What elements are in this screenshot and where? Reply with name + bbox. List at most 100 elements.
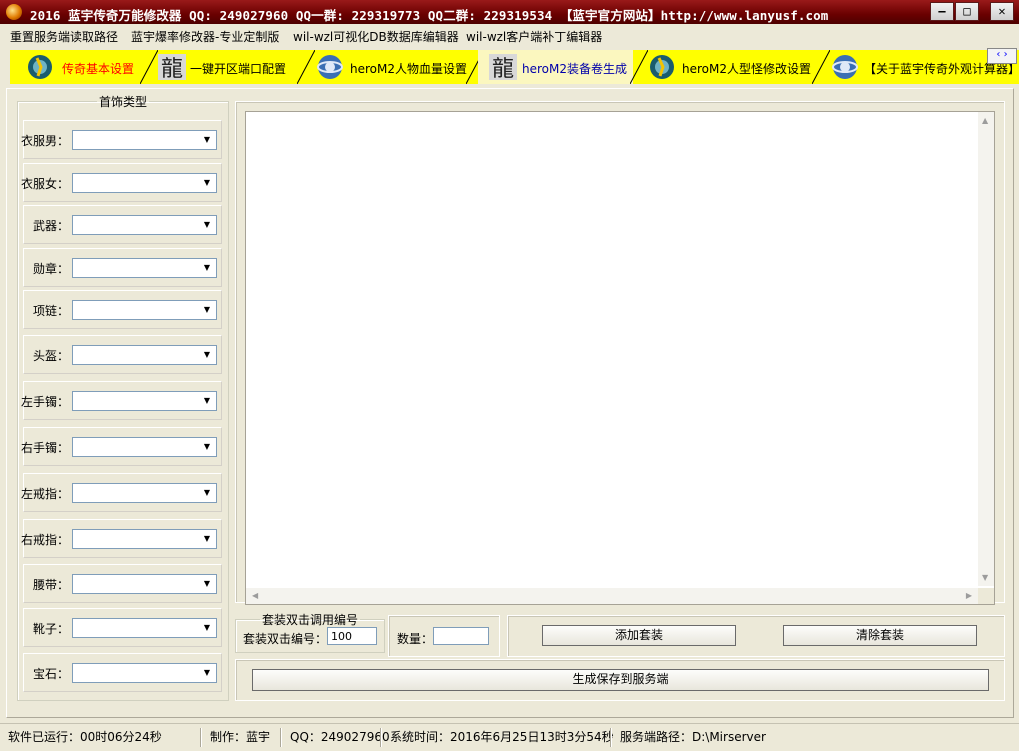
chevron-down-icon[interactable]: ▼ [200, 440, 214, 454]
chevron-down-icon[interactable]: ▼ [200, 133, 214, 147]
left-ring-select[interactable]: ▼ [72, 483, 217, 503]
accessory-row-boots: 靴子： ▼ [23, 608, 222, 647]
accessory-label: 左戒指： [20, 487, 69, 501]
globe-icon [832, 55, 858, 79]
chevron-down-icon[interactable]: ▼ [200, 666, 214, 680]
svg-text:龍: 龍 [492, 57, 514, 81]
output-memo[interactable]: ▲ ▼ ◀ ▶ [245, 111, 995, 605]
weapon-select[interactable]: ▼ [72, 215, 217, 235]
tab-equipment-scroll[interactable]: 龍 heroM2装备卷生成 [478, 50, 638, 84]
accessory-label: 宝石： [32, 667, 69, 681]
set-id-label: 套装双击编号： [243, 632, 328, 646]
gem-select[interactable]: ▼ [72, 663, 217, 683]
title-bar[interactable]: 2016 蓝宇传奇万能修改器 QQ: 249027960 QQ一群: 22931… [0, 0, 1019, 24]
clothes-male-select[interactable]: ▼ [72, 130, 217, 150]
dragon-icon: 龍 [489, 54, 517, 81]
status-bar: 软件已运行：00时06分24秒 制作：蓝宇 QQ：249027960 系统时间：… [0, 723, 1019, 751]
status-divider [280, 728, 281, 747]
tab-humanoid-monster[interactable]: heroM2人型怪修改设置 [642, 50, 822, 84]
accessory-label: 靴子： [32, 622, 69, 636]
add-set-button[interactable]: 添加套装 [542, 625, 736, 646]
accessory-row-weapon: 武器： ▼ [23, 205, 222, 244]
tab-port-config[interactable]: 龍 一键开区端口配置 [152, 50, 302, 84]
tab-strip: 传奇基本设置 龍 一键开区端口配置 heroM2人物血量设置 龍 heroM2装… [0, 46, 1019, 88]
status-divider [380, 728, 381, 747]
memo-horizontal-scrollbar[interactable]: ◀ ▶ [246, 588, 978, 604]
chevron-down-icon[interactable]: ▼ [200, 218, 214, 232]
chevron-down-icon[interactable]: ▼ [200, 176, 214, 190]
accessory-row-right-bracelet: 右手镯： ▼ [20, 427, 222, 466]
tab-content-panel: 首饰类型 衣服男： ▼ 衣服女： ▼ 武器： ▼ 勋章： ▼ 项链： ▼ 头盔：… [6, 88, 1014, 718]
quantity-input[interactable] [433, 627, 489, 645]
menu-item-patch-editor[interactable]: wil-wzl客户端补丁编辑器 [466, 28, 602, 45]
tab-label: 传奇基本设置 [62, 62, 135, 76]
memo-vertical-scrollbar[interactable]: ▲ ▼ [978, 112, 994, 586]
accessory-group-title: 首饰类型 [98, 95, 147, 109]
menu-item-db-editor[interactable]: wil-wzl可视化DB数据库编辑器 [293, 28, 459, 45]
necklace-select[interactable]: ▼ [72, 300, 217, 320]
window-title: 2016 蓝宇传奇万能修改器 QQ: 249027960 QQ一群: 22931… [30, 8, 829, 23]
accessory-row-clothes-male: 衣服男： ▼ [20, 120, 222, 159]
scroll-right-icon[interactable]: ▶ [966, 591, 972, 600]
belt-select[interactable]: ▼ [72, 574, 217, 594]
dragon-icon: 龍 [158, 54, 186, 81]
scroll-left-icon[interactable]: ◀ [252, 591, 258, 600]
clear-set-button[interactable]: 清除套装 [783, 625, 977, 646]
chevron-down-icon[interactable]: ▼ [200, 394, 214, 408]
accessory-row-medal: 勋章： ▼ [23, 248, 222, 287]
generate-save-button[interactable]: 生成保存到服务端 [252, 669, 989, 691]
tab-scroll-arrows[interactable]: ‹ › [987, 48, 1017, 64]
chevron-down-icon[interactable]: ▼ [200, 486, 214, 500]
boots-select[interactable]: ▼ [72, 618, 217, 638]
tab-label: heroM2人型怪修改设置 [682, 62, 811, 76]
status-divider [610, 728, 611, 747]
right-ring-select[interactable]: ▼ [72, 529, 217, 549]
accessory-label: 衣服女： [20, 177, 69, 191]
chevron-down-icon[interactable]: ▼ [200, 261, 214, 275]
maximize-button[interactable]: □ [955, 2, 979, 21]
accessory-row-necklace: 项链： ▼ [23, 290, 222, 329]
globe-icon [317, 55, 343, 79]
chevron-down-icon[interactable]: ▼ [200, 532, 214, 546]
menu-bar: 重置服务端读取路径 蓝宇爆率修改器-专业定制版 wil-wzl可视化DB数据库编… [0, 24, 1019, 46]
gear-icon [28, 55, 52, 79]
status-divider [200, 728, 201, 747]
clothes-female-select[interactable]: ▼ [72, 173, 217, 193]
chevron-down-icon[interactable]: ▼ [200, 348, 214, 362]
tab-label: heroM2人物血量设置 [350, 62, 467, 76]
accessory-label: 衣服男： [20, 134, 69, 148]
scroll-down-icon[interactable]: ▼ [982, 573, 988, 582]
chevron-down-icon[interactable]: ▼ [200, 303, 214, 317]
right-bracelet-select[interactable]: ▼ [72, 437, 217, 457]
minimize-button[interactable]: — [930, 2, 954, 21]
accessory-row-left-bracelet: 左手镯： ▼ [20, 381, 222, 420]
accessory-label: 右戒指： [20, 533, 69, 547]
chevron-down-icon[interactable]: ▼ [200, 621, 214, 635]
accessory-label: 项链： [32, 304, 69, 318]
set-id-input[interactable]: 100 [327, 627, 377, 645]
accessory-row-belt: 腰带： ▼ [23, 564, 222, 603]
accessory-label: 腰带： [32, 578, 69, 592]
tab-basic-settings[interactable]: 传奇基本设置 [10, 50, 150, 84]
set-id-group-title: 套装双击调用编号 [261, 613, 358, 627]
accessory-label: 右手镯： [20, 441, 69, 455]
gear-icon [650, 55, 674, 79]
tab-label: heroM2装备卷生成 [522, 62, 627, 76]
close-button[interactable]: ✕ [990, 2, 1014, 21]
medal-select[interactable]: ▼ [72, 258, 217, 278]
accessory-row-helmet: 头盔： ▼ [23, 335, 222, 374]
left-bracelet-select[interactable]: ▼ [72, 391, 217, 411]
status-server-path: 服务端路径：D:\Mirserver [620, 730, 766, 744]
scroll-up-icon[interactable]: ▲ [982, 116, 988, 125]
menu-item-drop-rate-editor[interactable]: 蓝宇爆率修改器-专业定制版 [131, 28, 279, 45]
accessory-label: 左手镯： [20, 395, 69, 409]
chevron-down-icon[interactable]: ▼ [200, 577, 214, 591]
helmet-select[interactable]: ▼ [72, 345, 217, 365]
menu-item-reset-path[interactable]: 重置服务端读取路径 [10, 28, 118, 45]
quantity-label: 数量： [397, 632, 434, 646]
tab-hp-settings[interactable]: heroM2人物血量设置 [310, 50, 475, 84]
status-system-time: 系统时间：2016年6月25日13时3分54秒 [390, 730, 614, 744]
app-icon [6, 4, 22, 20]
scrollbar-corner [978, 588, 994, 604]
accessory-row-clothes-female: 衣服女： ▼ [20, 163, 222, 202]
